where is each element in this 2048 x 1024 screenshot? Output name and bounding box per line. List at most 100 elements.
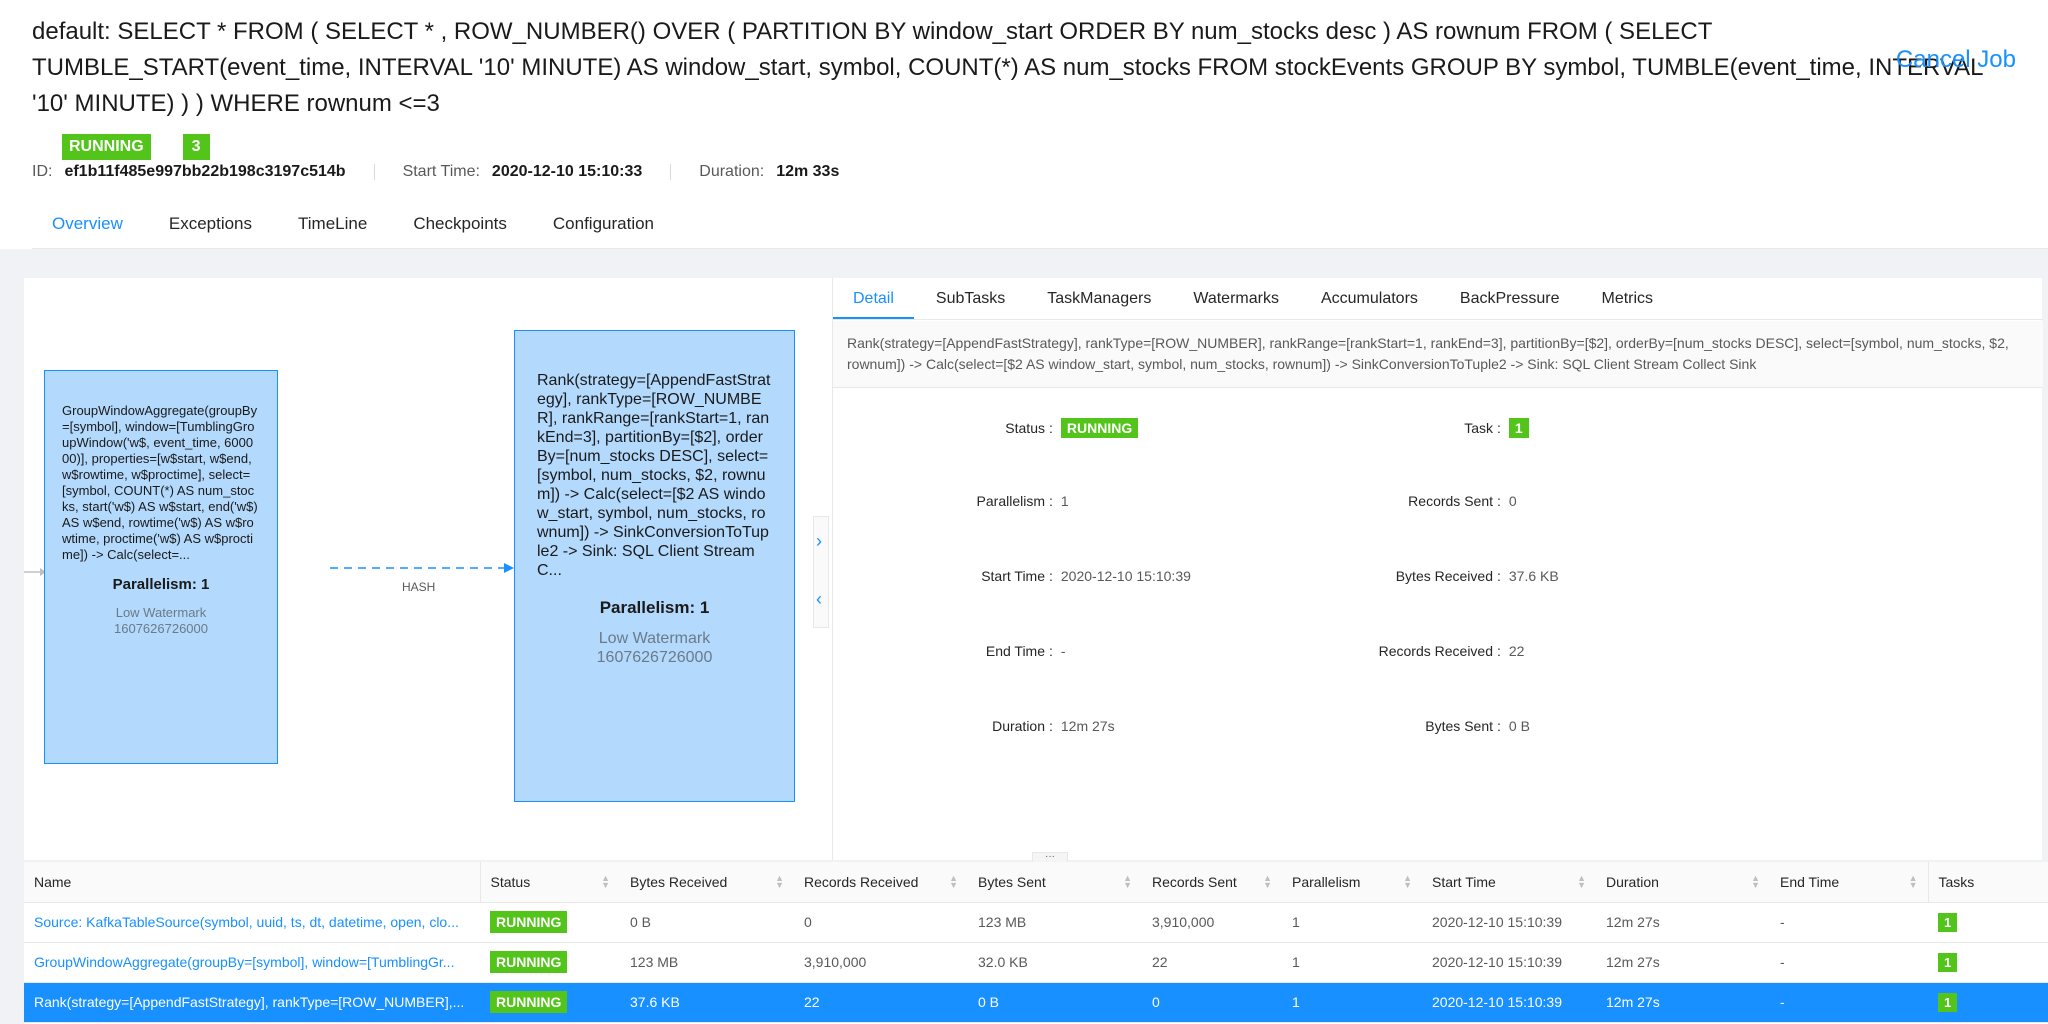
detail-parallelism: Parallelism: 1 bbox=[833, 493, 1069, 509]
column-header-label: Bytes Received bbox=[630, 873, 728, 890]
detail-label: Bytes Sent bbox=[1425, 718, 1493, 734]
column-header-tasks: Tasks bbox=[1927, 862, 2048, 903]
tab-watermarks[interactable]: Watermarks bbox=[1173, 278, 1299, 319]
node-description: GroupWindowAggregate(groupBy=[symbol], w… bbox=[62, 403, 258, 562]
duration-cell: 12m 27s bbox=[1596, 942, 1770, 983]
status-cell: RUNNING bbox=[480, 902, 620, 943]
sort-icon[interactable]: ▲ ▼ bbox=[601, 874, 610, 890]
sort-icon[interactable]: ▲ ▼ bbox=[1263, 874, 1272, 890]
operator-description: Rank(strategy=[AppendFastStrategy], rank… bbox=[833, 321, 2043, 388]
bytes-received-cell: 0 B bbox=[620, 902, 794, 943]
start-time-label: Start Time: bbox=[402, 163, 480, 180]
column-header-end-time[interactable]: End Time ▲ ▼ bbox=[1770, 862, 1928, 903]
detail-start-time: Start Time: 2020-12-10 15:10:39 bbox=[833, 568, 1191, 584]
column-header-start-time[interactable]: Start Time ▲ ▼ bbox=[1422, 862, 1596, 903]
tab-metrics[interactable]: Metrics bbox=[1581, 278, 1673, 319]
task-badge: 1 bbox=[1938, 953, 1958, 972]
sort-icon[interactable]: ▲ ▼ bbox=[1909, 874, 1918, 890]
status-badge: RUNNING bbox=[490, 991, 568, 1013]
parallelism-cell: 1 bbox=[1282, 982, 1422, 1023]
node-watermark-value: 1607626726000 bbox=[596, 649, 713, 666]
duration-cell: 12m 27s bbox=[1596, 902, 1770, 943]
detail-label: Parallelism bbox=[976, 493, 1045, 509]
tab-overview[interactable]: Overview bbox=[32, 206, 143, 250]
sort-icon[interactable]: ▲ ▼ bbox=[1751, 874, 1760, 890]
tasks-cell: 1 bbox=[1928, 942, 2048, 983]
tab-detail[interactable]: Detail bbox=[833, 278, 914, 319]
task-badge: 1 bbox=[1508, 418, 1529, 438]
column-header-label: Duration bbox=[1606, 873, 1659, 890]
task-count-badge: 3 bbox=[182, 134, 210, 160]
table-row[interactable]: Source: KafkaTableSource(symbol, uuid, t… bbox=[24, 902, 2048, 943]
job-id: ef1b11f485e997bb22b198c3197c514b bbox=[64, 163, 346, 180]
sort-icon[interactable]: ▲ ▼ bbox=[775, 874, 784, 890]
column-header-records-received[interactable]: Records Received ▲ ▼ bbox=[794, 862, 968, 903]
detail-value: 22 bbox=[1508, 643, 1525, 659]
tab-taskmanagers[interactable]: TaskManagers bbox=[1027, 278, 1171, 319]
status-cell: RUNNING bbox=[480, 942, 620, 983]
chevron-right-icon[interactable]: › bbox=[816, 531, 822, 552]
job-meta: ID: ef1b11f485e997bb22b198c3197c514b Sta… bbox=[32, 160, 839, 184]
cancel-job-button[interactable]: Cancel Job bbox=[1896, 46, 2016, 74]
detail-label: Records Received bbox=[1378, 643, 1493, 659]
end-time-cell: - bbox=[1770, 902, 1928, 943]
sort-icon[interactable]: ▲ ▼ bbox=[949, 874, 958, 890]
records-received-cell: 3,910,000 bbox=[794, 942, 968, 983]
detail-status: Status: RUNNING bbox=[833, 418, 1139, 438]
detail-label: Task bbox=[1464, 420, 1493, 436]
sort-icon[interactable]: ▲ ▼ bbox=[1577, 874, 1586, 890]
tab-accumulators[interactable]: Accumulators bbox=[1301, 278, 1438, 319]
column-header-label: Bytes Sent bbox=[978, 873, 1046, 890]
detail-task: Task: 1 bbox=[1343, 418, 1529, 438]
records-received-cell: 0 bbox=[794, 902, 968, 943]
column-header-parallelism[interactable]: Parallelism ▲ ▼ bbox=[1282, 862, 1422, 903]
detail-bytes-sent: Bytes Sent: 0 B bbox=[1343, 718, 1530, 734]
detail-label: End Time bbox=[985, 643, 1045, 659]
table-row-selected[interactable]: Rank(strategy=[AppendFastStrategy], rank… bbox=[24, 982, 2048, 1023]
node-watermark-label: Low Watermark bbox=[115, 605, 207, 620]
node-parallelism: Parallelism: 1 bbox=[599, 598, 710, 617]
detail-records-received: Records Received: 22 bbox=[1343, 643, 1525, 659]
column-header-records-sent[interactable]: Records Sent ▲ ▼ bbox=[1142, 862, 1282, 903]
records-sent-cell: 0 bbox=[1142, 982, 1282, 1023]
column-header-bytes-sent[interactable]: Bytes Sent ▲ ▼ bbox=[968, 862, 1142, 903]
bytes-sent-cell: 0 B bbox=[968, 982, 1142, 1023]
table-row[interactable]: GroupWindowAggregate(groupBy=[symbol], w… bbox=[24, 942, 2048, 983]
detail-label: Records Sent bbox=[1408, 493, 1493, 509]
tab-backpressure[interactable]: BackPressure bbox=[1440, 278, 1580, 319]
column-header-duration[interactable]: Duration ▲ ▼ bbox=[1596, 862, 1770, 903]
column-header-status[interactable]: Status ▲ ▼ bbox=[479, 862, 620, 903]
job-graph[interactable]: GroupWindowAggregate(groupBy=[symbol], w… bbox=[24, 278, 832, 860]
column-header-label: Start Time bbox=[1432, 873, 1496, 890]
duration-cell: 12m 27s bbox=[1596, 982, 1770, 1023]
column-header-label: End Time bbox=[1780, 873, 1840, 890]
records-sent-cell: 22 bbox=[1142, 942, 1282, 983]
vertex-name-link[interactable]: GroupWindowAggregate(groupBy=[symbol], w… bbox=[24, 942, 480, 983]
tab-checkpoints[interactable]: Checkpoints bbox=[393, 206, 527, 250]
bytes-received-cell: 123 MB bbox=[620, 942, 794, 983]
tab-subtasks[interactable]: SubTasks bbox=[916, 278, 1025, 319]
graph-node-rank[interactable]: Rank(strategy=[AppendFastStrategy], rank… bbox=[514, 330, 795, 802]
vertex-name-link[interactable]: Source: KafkaTableSource(symbol, uuid, t… bbox=[24, 902, 480, 943]
detail-bytes-received: Bytes Received: 37.6 KB bbox=[1343, 568, 1559, 584]
detail-value: 2020-12-10 15:10:39 bbox=[1060, 568, 1191, 584]
tab-timeline[interactable]: TimeLine bbox=[278, 206, 387, 250]
end-time-cell: - bbox=[1770, 942, 1928, 983]
tasks-cell: 1 bbox=[1928, 902, 2048, 943]
detail-label: Status bbox=[1005, 420, 1045, 436]
detail-label: Bytes Received bbox=[1395, 568, 1493, 584]
vertex-name-link[interactable]: Rank(strategy=[AppendFastStrategy], rank… bbox=[24, 982, 480, 1023]
chevron-left-icon[interactable]: ‹ bbox=[816, 589, 822, 610]
sort-icon[interactable]: ▲ ▼ bbox=[1123, 874, 1132, 890]
panel-toggle: › ‹ bbox=[813, 516, 829, 628]
sort-icon[interactable]: ▲ ▼ bbox=[1403, 874, 1412, 890]
status-badge: RUNNING bbox=[1060, 418, 1139, 438]
tab-configuration[interactable]: Configuration bbox=[533, 206, 674, 250]
job-tabs: Overview Exceptions TimeLine Checkpoints… bbox=[32, 206, 680, 250]
status-badge: RUNNING bbox=[490, 951, 568, 973]
graph-node-group-window-aggregate[interactable]: GroupWindowAggregate(groupBy=[symbol], w… bbox=[44, 370, 278, 764]
vertex-table: Name Status ▲ ▼ Bytes Received ▲ ▼ Records R… bbox=[24, 862, 2048, 1024]
job-status-badge: RUNNING bbox=[62, 134, 151, 160]
column-header-bytes-received[interactable]: Bytes Received ▲ ▼ bbox=[620, 862, 794, 903]
tab-exceptions[interactable]: Exceptions bbox=[149, 206, 272, 250]
